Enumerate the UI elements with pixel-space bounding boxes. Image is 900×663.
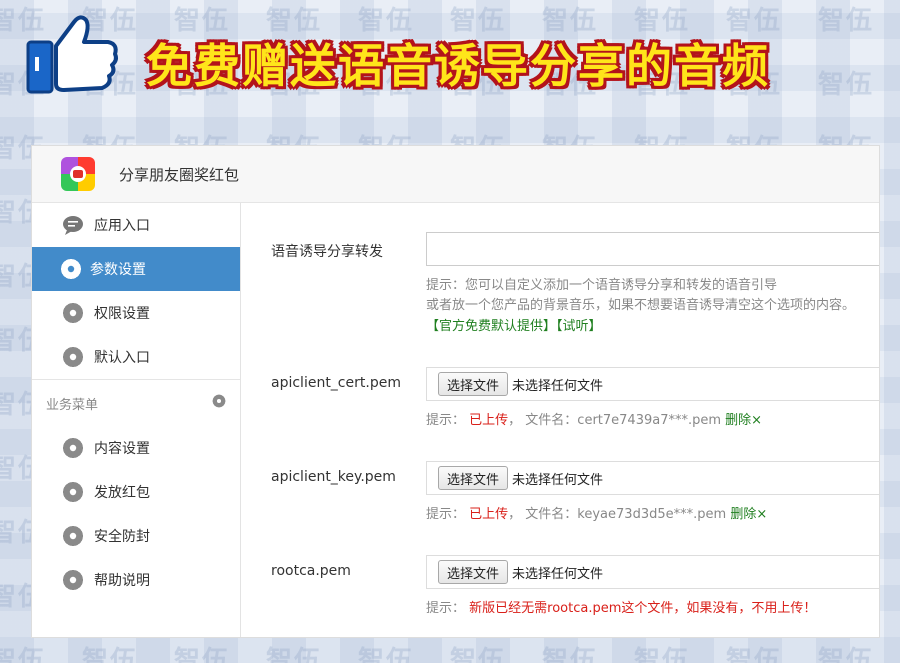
sidebar-section-header: 业务菜单 <box>32 380 240 426</box>
sidebar-item-content-settings[interactable]: 内容设置 <box>32 426 240 470</box>
gear-icon <box>62 437 84 459</box>
voice-input[interactable] <box>426 232 879 266</box>
cert-choose-file-button[interactable]: 选择文件 <box>438 372 509 396</box>
sidebar-item-label: 安全防封 <box>94 529 150 545</box>
app-logo-icon <box>61 157 95 191</box>
gear-icon <box>60 258 82 280</box>
sidebar-item-label: 参数设置 <box>90 262 146 278</box>
watermark-text: 智伍 <box>726 646 783 663</box>
section-settings-icon[interactable] <box>212 394 226 412</box>
watermark-text: 智伍 <box>358 646 415 663</box>
key-file-input: 选择文件 未选择任何文件 <box>426 461 879 495</box>
key-filename: ， 文件名：keyae73d3d5e***.pem <box>508 507 727 522</box>
key-choose-file-button[interactable]: 选择文件 <box>438 466 509 490</box>
gear-icon <box>62 346 84 368</box>
panel-header: 分享朋友圈奖红包 <box>32 146 879 203</box>
watermark-text: 智伍 <box>82 646 139 663</box>
sidebar-item-label: 帮助说明 <box>94 573 150 589</box>
sidebar-item-send-redpacket[interactable]: 发放红包 <box>32 470 240 514</box>
cert-uploaded-status: 已上传 <box>469 413 509 428</box>
watermark-text: 智伍 <box>0 646 47 663</box>
sidebar-item-label: 内容设置 <box>94 441 150 457</box>
watermark-text: 智伍 <box>174 646 231 663</box>
rootca-hint-text: 新版已经无需rootca.pem这个文件，如果没有，不用上传！ <box>469 601 817 616</box>
watermark-text: 智伍 <box>266 646 323 663</box>
chat-icon <box>62 214 84 236</box>
app-panel: 分享朋友圈奖红包 应用入口 参数设置 权限设置 默认入口 业务菜单 内容设置 发… <box>31 145 880 638</box>
rootca-file-input: 选择文件 未选择任何文件 <box>426 555 879 589</box>
settings-form: 语音诱导分享转发 提示：您可以自定义添加一个语音诱导分享和转发的语音引导 或者放… <box>241 203 879 637</box>
cert-file-input: 选择文件 未选择任何文件 <box>426 367 879 401</box>
sidebar-item-permissions[interactable]: 权限设置 <box>32 291 240 335</box>
gear-icon <box>62 525 84 547</box>
sidebar-section-label: 业务菜单 <box>46 397 99 413</box>
listen-link[interactable]: 【试听】 <box>556 319 602 334</box>
cert-label: apiclient_cert.pem <box>271 375 401 391</box>
sidebar-item-label: 权限设置 <box>94 306 150 322</box>
cert-hint: 提示： 已上传， 文件名：cert7e7439a7***.pem 删除× <box>426 411 762 431</box>
cert-filename: ， 文件名：cert7e7439a7***.pem <box>508 413 722 428</box>
hint-prefix: 提示： <box>426 507 466 522</box>
rootca-choose-file-button[interactable]: 选择文件 <box>438 560 509 584</box>
sidebar-item-params[interactable]: 参数设置 <box>32 247 240 291</box>
sidebar-item-label: 应用入口 <box>94 218 150 234</box>
gear-icon <box>62 302 84 324</box>
watermark-text: 智伍 <box>634 646 691 663</box>
voice-label: 语音诱导分享转发 <box>271 244 383 260</box>
voice-help-line2: 或者放一个您产品的背景音乐，如果不想要语音诱导清空这个选项的内容。 <box>426 298 856 313</box>
official-default-link[interactable]: 【官方免费默认提供】 <box>426 319 556 334</box>
watermark-text: 智伍 <box>450 646 507 663</box>
key-label: apiclient_key.pem <box>271 469 396 485</box>
banner-title: 免费赠送语音诱导分享的音频 <box>146 39 770 93</box>
key-delete-link[interactable]: 删除× <box>730 507 767 522</box>
key-uploaded-status: 已上传 <box>469 507 509 522</box>
thumbs-up-icon <box>26 15 118 94</box>
sidebar-item-label: 默认入口 <box>94 350 150 366</box>
hint-prefix: 提示： <box>426 601 466 616</box>
app-title: 分享朋友圈奖红包 <box>119 165 240 184</box>
voice-help-line1: 提示：您可以自定义添加一个语音诱导分享和转发的语音引导 <box>426 278 778 293</box>
sidebar-item-default-entry[interactable]: 默认入口 <box>32 335 240 379</box>
sidebar-item-label: 发放红包 <box>94 485 150 501</box>
key-file-status: 未选择任何文件 <box>512 472 604 488</box>
promo-banner: 免费赠送语音诱导分享的音频 <box>0 0 900 130</box>
gear-icon <box>62 481 84 503</box>
sidebar-item-help[interactable]: 帮助说明 <box>32 558 240 602</box>
rootca-hint: 提示： 新版已经无需rootca.pem这个文件，如果没有，不用上传！ <box>426 599 816 619</box>
cert-delete-link[interactable]: 删除× <box>725 413 762 428</box>
sidebar-item-app-entry[interactable]: 应用入口 <box>32 203 240 247</box>
rootca-file-status: 未选择任何文件 <box>512 566 604 582</box>
hint-prefix: 提示： <box>426 413 466 428</box>
sidebar: 应用入口 参数设置 权限设置 默认入口 业务菜单 内容设置 发放红包 安全防封 … <box>32 203 241 637</box>
watermark-text: 智伍 <box>818 646 875 663</box>
key-hint: 提示： 已上传， 文件名：keyae73d3d5e***.pem 删除× <box>426 505 767 525</box>
rootca-label: rootca.pem <box>271 563 351 579</box>
sidebar-item-security[interactable]: 安全防封 <box>32 514 240 558</box>
gear-icon <box>62 569 84 591</box>
cert-file-status: 未选择任何文件 <box>512 378 604 394</box>
watermark-text: 智伍 <box>542 646 599 663</box>
